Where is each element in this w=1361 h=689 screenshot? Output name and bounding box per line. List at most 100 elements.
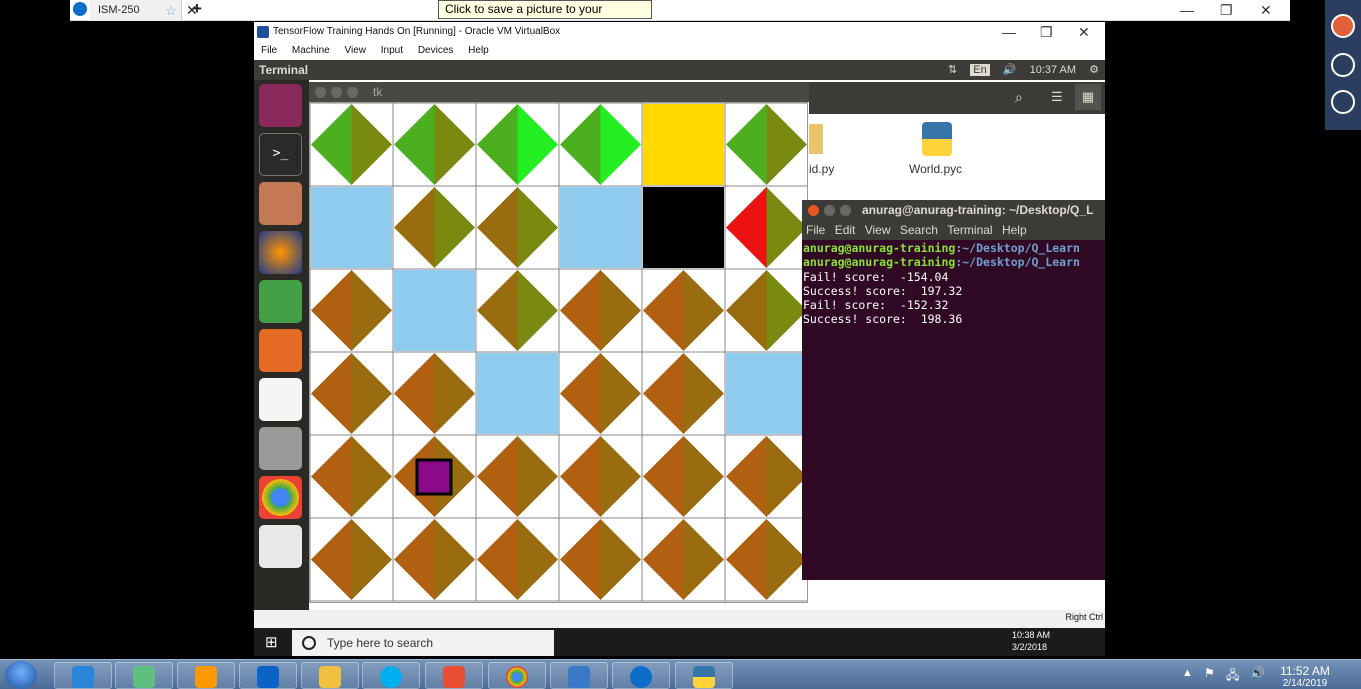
tk-minimize-button[interactable] [331,87,342,98]
menu-view[interactable]: View [345,45,367,56]
menu-help[interactable]: Help [468,45,489,56]
files-icon[interactable] [259,182,302,225]
ubuntu-dash-icon[interactable] [259,84,302,127]
folder-icon [319,666,341,688]
guest-clock[interactable]: 10:38 AM 3/2/2018 [1012,629,1050,653]
search-box[interactable]: Type here to search [292,630,554,656]
restore-icon[interactable]: ❐ [1220,0,1233,21]
taskbar-network[interactable] [550,662,608,689]
python-file-icon[interactable] [809,124,823,154]
virtualbox-window: TensorFlow Training Hands On [Running] -… [254,22,1105,656]
minimize-icon[interactable]: — [1180,0,1194,21]
output-line: Success! score: 198.36 [803,312,963,327]
taskbar-git[interactable] [425,662,483,689]
taskbar-python[interactable] [675,662,733,689]
tk-maximize-button[interactable] [347,87,358,98]
tray-network-icon[interactable]: 🖧 [1226,666,1239,687]
windows-start-icon[interactable]: ⊞ [265,633,278,651]
taskbar-atom[interactable] [115,662,173,689]
host-taskbar: ▲ ⚑ 🖧 🔊 11:52 AM 2/14/2019 [0,659,1361,689]
prompt-user: anurag@anurag-training [803,255,956,270]
teamviewer-side-panel [1325,0,1361,130]
terminal-minimize-button[interactable] [824,205,835,216]
session-tab-label: ISM-250 [98,4,140,16]
terminal-output[interactable]: anurag@anurag-training:~/Desktop/Q_Learn… [803,241,1105,327]
clock[interactable]: 10:37 AM [1030,64,1076,76]
taskbar-teamviewer[interactable] [612,662,670,689]
host-time: 11:52 AM [1280,664,1330,678]
term-menu-help[interactable]: Help [1002,223,1027,237]
terminal-maximize-button[interactable] [840,205,851,216]
spreadsheet-icon[interactable] [259,280,302,323]
vbox-restore-icon[interactable]: ❐ [1040,22,1053,42]
file-name[interactable]: World.pyc [909,162,962,176]
python-compiled-file-icon[interactable] [922,122,952,156]
taskbar-chrome[interactable] [488,662,546,689]
host-clock[interactable]: 11:52 AM 2/14/2019 [1275,664,1335,689]
keyboard-indicator[interactable]: En [970,64,990,76]
term-menu-view[interactable]: View [865,223,891,237]
prompt-user: anurag@anurag-training [803,241,956,255]
terminal-icon[interactable]: >_ [259,133,302,176]
amazon-icon[interactable] [259,378,302,421]
hand-icon[interactable] [1331,90,1355,114]
taskbar-skype[interactable] [362,662,420,689]
gear-icon[interactable]: ⚙ [1089,64,1099,76]
vbox-minimize-icon[interactable]: — [1002,22,1016,42]
taskbar-ie[interactable] [54,662,112,689]
tk-close-button[interactable] [315,87,326,98]
tk-window-title: tk [373,85,383,99]
software-center-icon[interactable] [259,329,302,372]
teamviewer-icon [630,666,652,688]
prompt-path: :~/Desktop/Q_Learn [955,255,1080,270]
tray-expand-icon[interactable]: ▲ [1182,667,1193,679]
terminal-titlebar: anurag@anurag-training: ~/Desktop/Q_L [802,200,1105,221]
grid-view-icon[interactable]: ▦ [1075,84,1101,110]
text-editor-icon[interactable] [259,525,302,568]
tray-flag-icon[interactable]: ⚑ [1204,666,1215,680]
prompt-line: anurag@anurag-training:~/Desktop/Q_Learn [803,255,1105,269]
term-menu-search[interactable]: Search [900,223,938,237]
term-menu-file[interactable]: File [806,223,825,237]
taskbar-outlook[interactable] [239,662,297,689]
ubuntu-top-panel: Terminal ⇅ En 🔊 10:37 AM ⚙ [254,60,1105,80]
guest-taskbar: ⊞ Type here to search 10:38 AM 3/2/2018 [254,628,1105,656]
menu-file[interactable]: File [261,45,277,56]
wall-cell [394,270,475,351]
star-icon[interactable]: ☆ [165,0,177,21]
terminal-menubar: File Edit View Search Terminal Help [802,221,1105,240]
tray-volume-icon[interactable]: 🔊 [1250,666,1265,680]
microphone-icon[interactable] [1331,14,1355,38]
term-menu-edit[interactable]: Edit [835,223,856,237]
settings-icon[interactable] [259,427,302,470]
network-icon[interactable]: ⇅ [948,64,957,76]
output-line: Fail! score: -154.04 [803,269,949,284]
internet-explorer-icon [72,666,94,688]
search-icon[interactable]: ⌕ [1015,89,1023,106]
gridworld [309,102,809,602]
start-button[interactable] [5,661,37,689]
chrome-icon[interactable] [259,476,302,519]
file-name[interactable]: id.py [809,162,834,176]
host-key-label: Right Ctrl [1065,612,1103,622]
firefox-icon[interactable] [259,231,302,274]
menu-input[interactable]: Input [381,45,403,56]
prompt-path: :~/Desktop/Q_Learn [955,241,1080,255]
taskbar-sublime[interactable] [177,662,235,689]
term-menu-terminal[interactable]: Terminal [947,223,992,237]
indicator-area: ⇅ En 🔊 10:37 AM ⚙ [938,60,1099,80]
close-window-icon[interactable]: ✕ [1260,0,1272,21]
session-tab[interactable]: ISM-250 ☆ ✕ [90,0,198,21]
output-line: Success! score: 197.32 [803,283,963,298]
list-view-icon[interactable]: ☰ [1051,89,1063,105]
prompt-line: anurag@anurag-training:~/Desktop/Q_Learn [803,241,1105,255]
plus-icon[interactable]: + [192,0,202,19]
volume-icon[interactable]: 🔊 [1003,64,1017,76]
terminal-close-button[interactable] [808,205,819,216]
vbox-close-icon[interactable]: ✕ [1078,22,1090,42]
menu-machine[interactable]: Machine [292,45,330,56]
taskbar-explorer[interactable] [301,662,359,689]
window-icon[interactable] [1331,53,1355,77]
terminal-title: anurag@anurag-training: ~/Desktop/Q_L [862,203,1094,217]
menu-devices[interactable]: Devices [418,45,454,56]
